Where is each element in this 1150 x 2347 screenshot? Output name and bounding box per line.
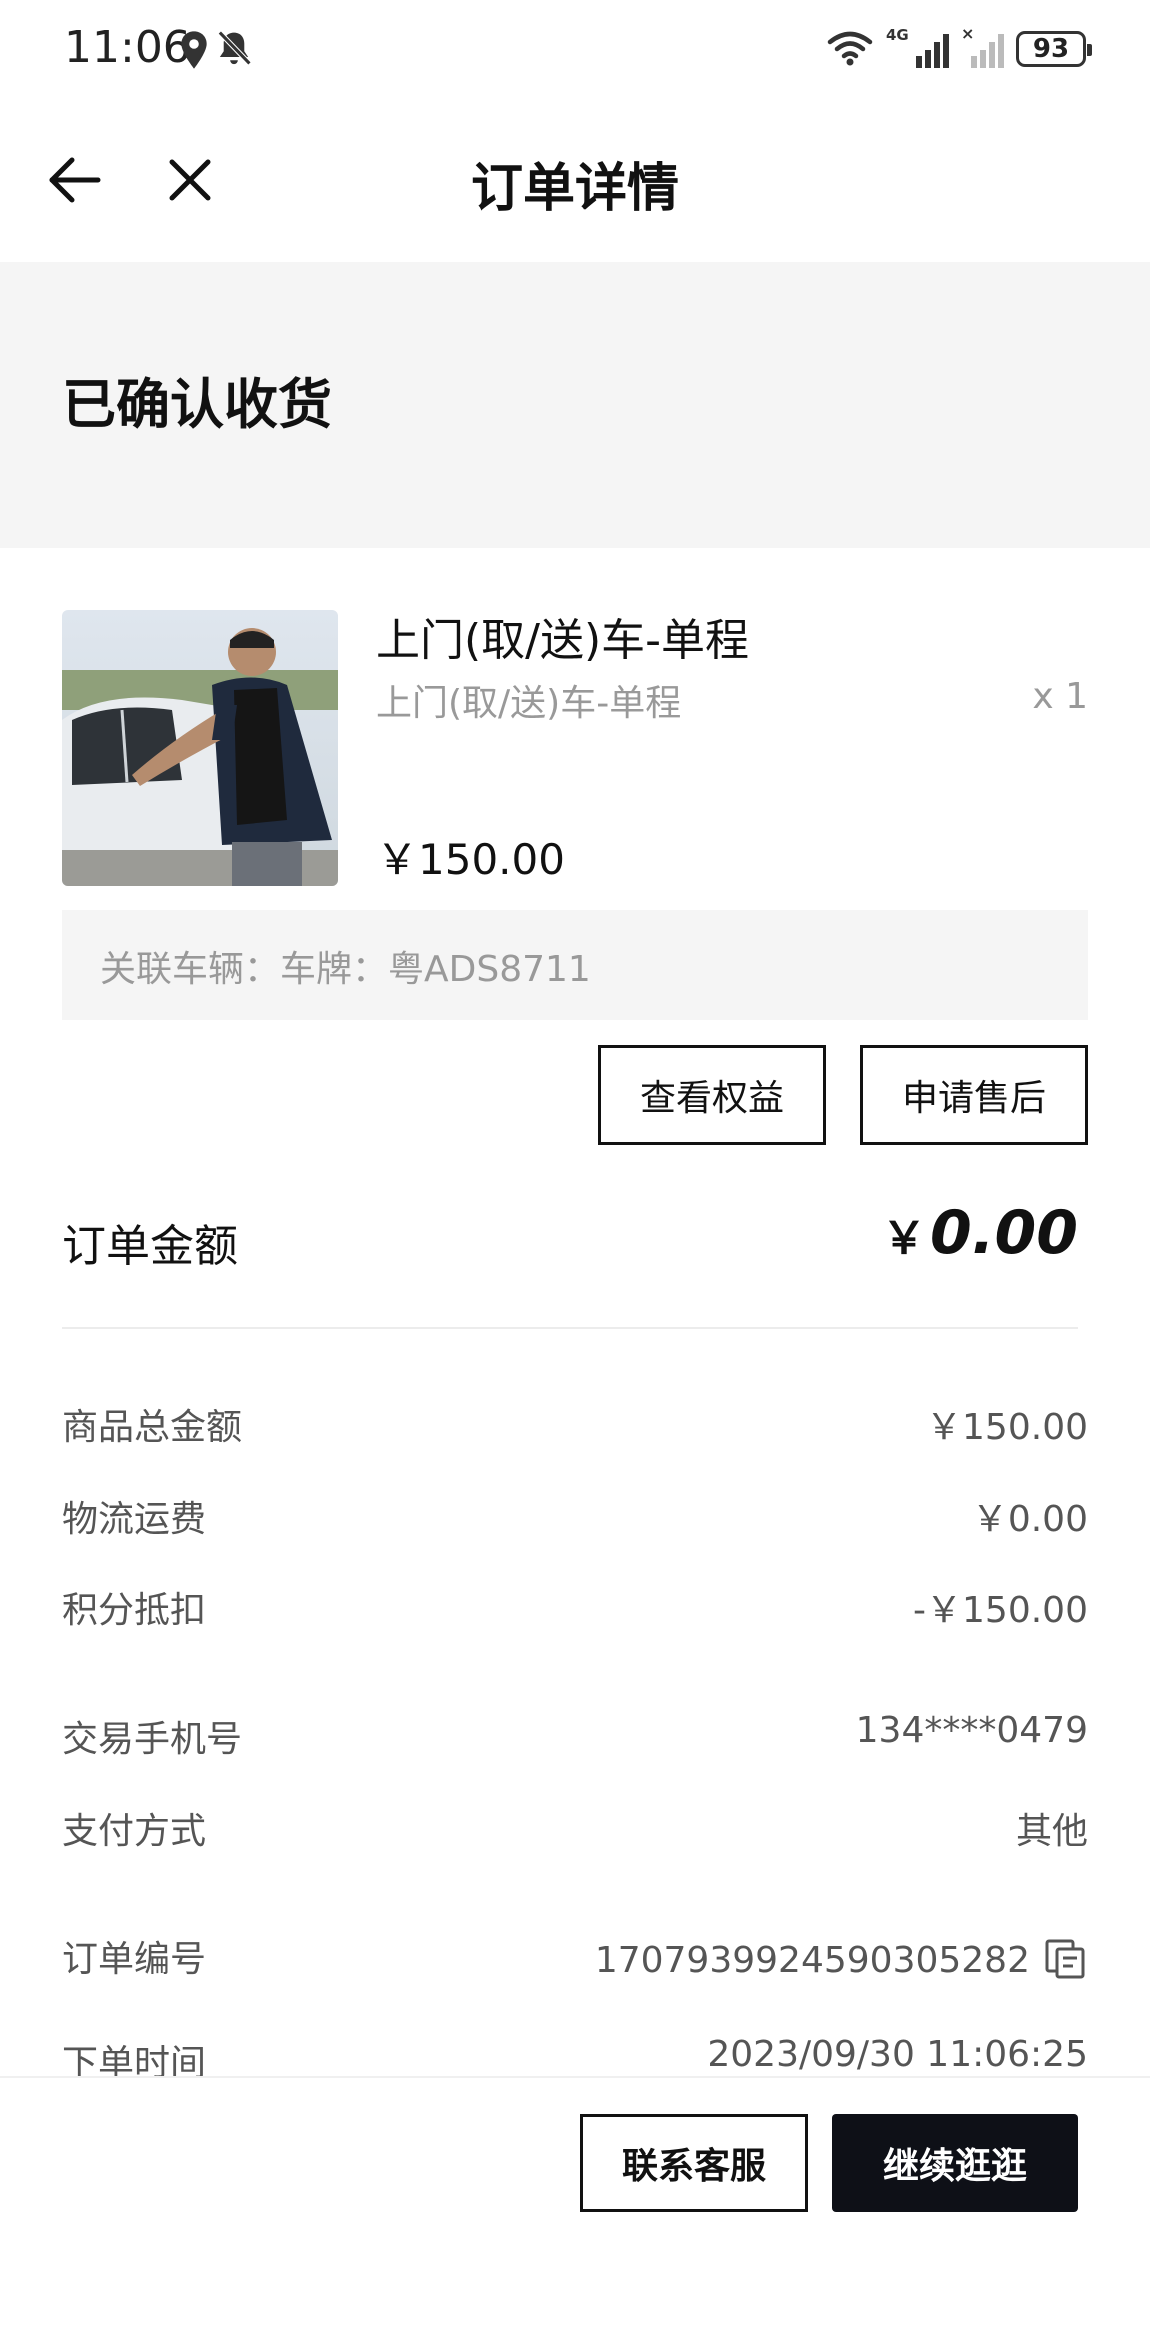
currency-symbol: ￥ <box>881 1213 926 1264</box>
signal-icon: 4G <box>886 26 949 68</box>
copy-icon[interactable] <box>1044 1938 1086 1980</box>
page-title: 订单详情 <box>470 159 679 219</box>
order-amount-number: 0.00 <box>929 1198 1078 1268</box>
contact-service-button[interactable]: 联系客服 <box>580 2114 808 2212</box>
product-subtitle: 上门(取/送)车-单程 <box>376 683 682 724</box>
linked-vehicle-box: 关联车辆：车牌：粤ADS8711 <box>62 910 1088 1020</box>
bell-off-icon <box>218 30 252 66</box>
subtotal-label: 商品总金额 <box>62 1407 243 1448</box>
status-bar: 11:06 4G × 93 <box>0 0 1150 100</box>
network-type: 4G <box>886 26 909 44</box>
product-image[interactable] <box>62 610 338 886</box>
signal-weak-icon: × <box>961 24 1004 68</box>
product-title[interactable]: 上门(取/送)车-单程 <box>376 604 749 668</box>
order-number-label: 订单编号 <box>62 1939 207 1980</box>
subtotal-value: ￥150.00 <box>926 1407 1088 1448</box>
phone-label: 交易手机号 <box>62 1719 243 1760</box>
location-icon <box>181 31 207 69</box>
order-status-text: 已确认收货 <box>62 373 332 436</box>
wifi-icon <box>827 31 873 66</box>
order-time-value: 2023/09/30 11:06:25 <box>707 2034 1088 2075</box>
payment-method-label: 支付方式 <box>62 1811 207 1852</box>
payment-method-value: 其他 <box>1015 1811 1088 1852</box>
order-number-value: 1707939924590305282 <box>594 1940 1030 1981</box>
linked-vehicle-text: 关联车辆：车牌：粤ADS8711 <box>100 949 591 990</box>
divider <box>62 1327 1078 1329</box>
order-amount-label: 订单金额 <box>62 1221 238 1272</box>
shipping-label: 物流运费 <box>62 1499 207 1540</box>
phone-value: 134****0479 <box>855 1710 1088 1751</box>
apply-aftersale-button[interactable]: 申请售后 <box>860 1045 1088 1145</box>
status-time: 11:06 <box>64 22 191 73</box>
shipping-value: ￥0.00 <box>971 1499 1088 1540</box>
points-deduction-label: 积分抵扣 <box>62 1590 207 1631</box>
product-price: ￥150.00 <box>376 835 565 884</box>
bottom-action-bar: 联系客服 继续逛逛 <box>0 2076 1150 2347</box>
order-amount-value: ￥0.00 <box>882 1198 1078 1268</box>
points-deduction-value: -￥150.00 <box>913 1590 1088 1631</box>
battery-icon: 93 <box>1016 31 1092 67</box>
view-benefits-button[interactable]: 查看权益 <box>598 1045 826 1145</box>
order-status-banner: 已确认收货 <box>0 262 1150 548</box>
continue-shopping-button[interactable]: 继续逛逛 <box>832 2114 1078 2212</box>
battery-level: 93 <box>1032 34 1070 64</box>
product-quantity: x 1 <box>1032 676 1088 717</box>
status-indicators: 4G × 93 <box>826 24 1092 72</box>
navigation-bar: 订单详情 <box>0 100 1150 260</box>
